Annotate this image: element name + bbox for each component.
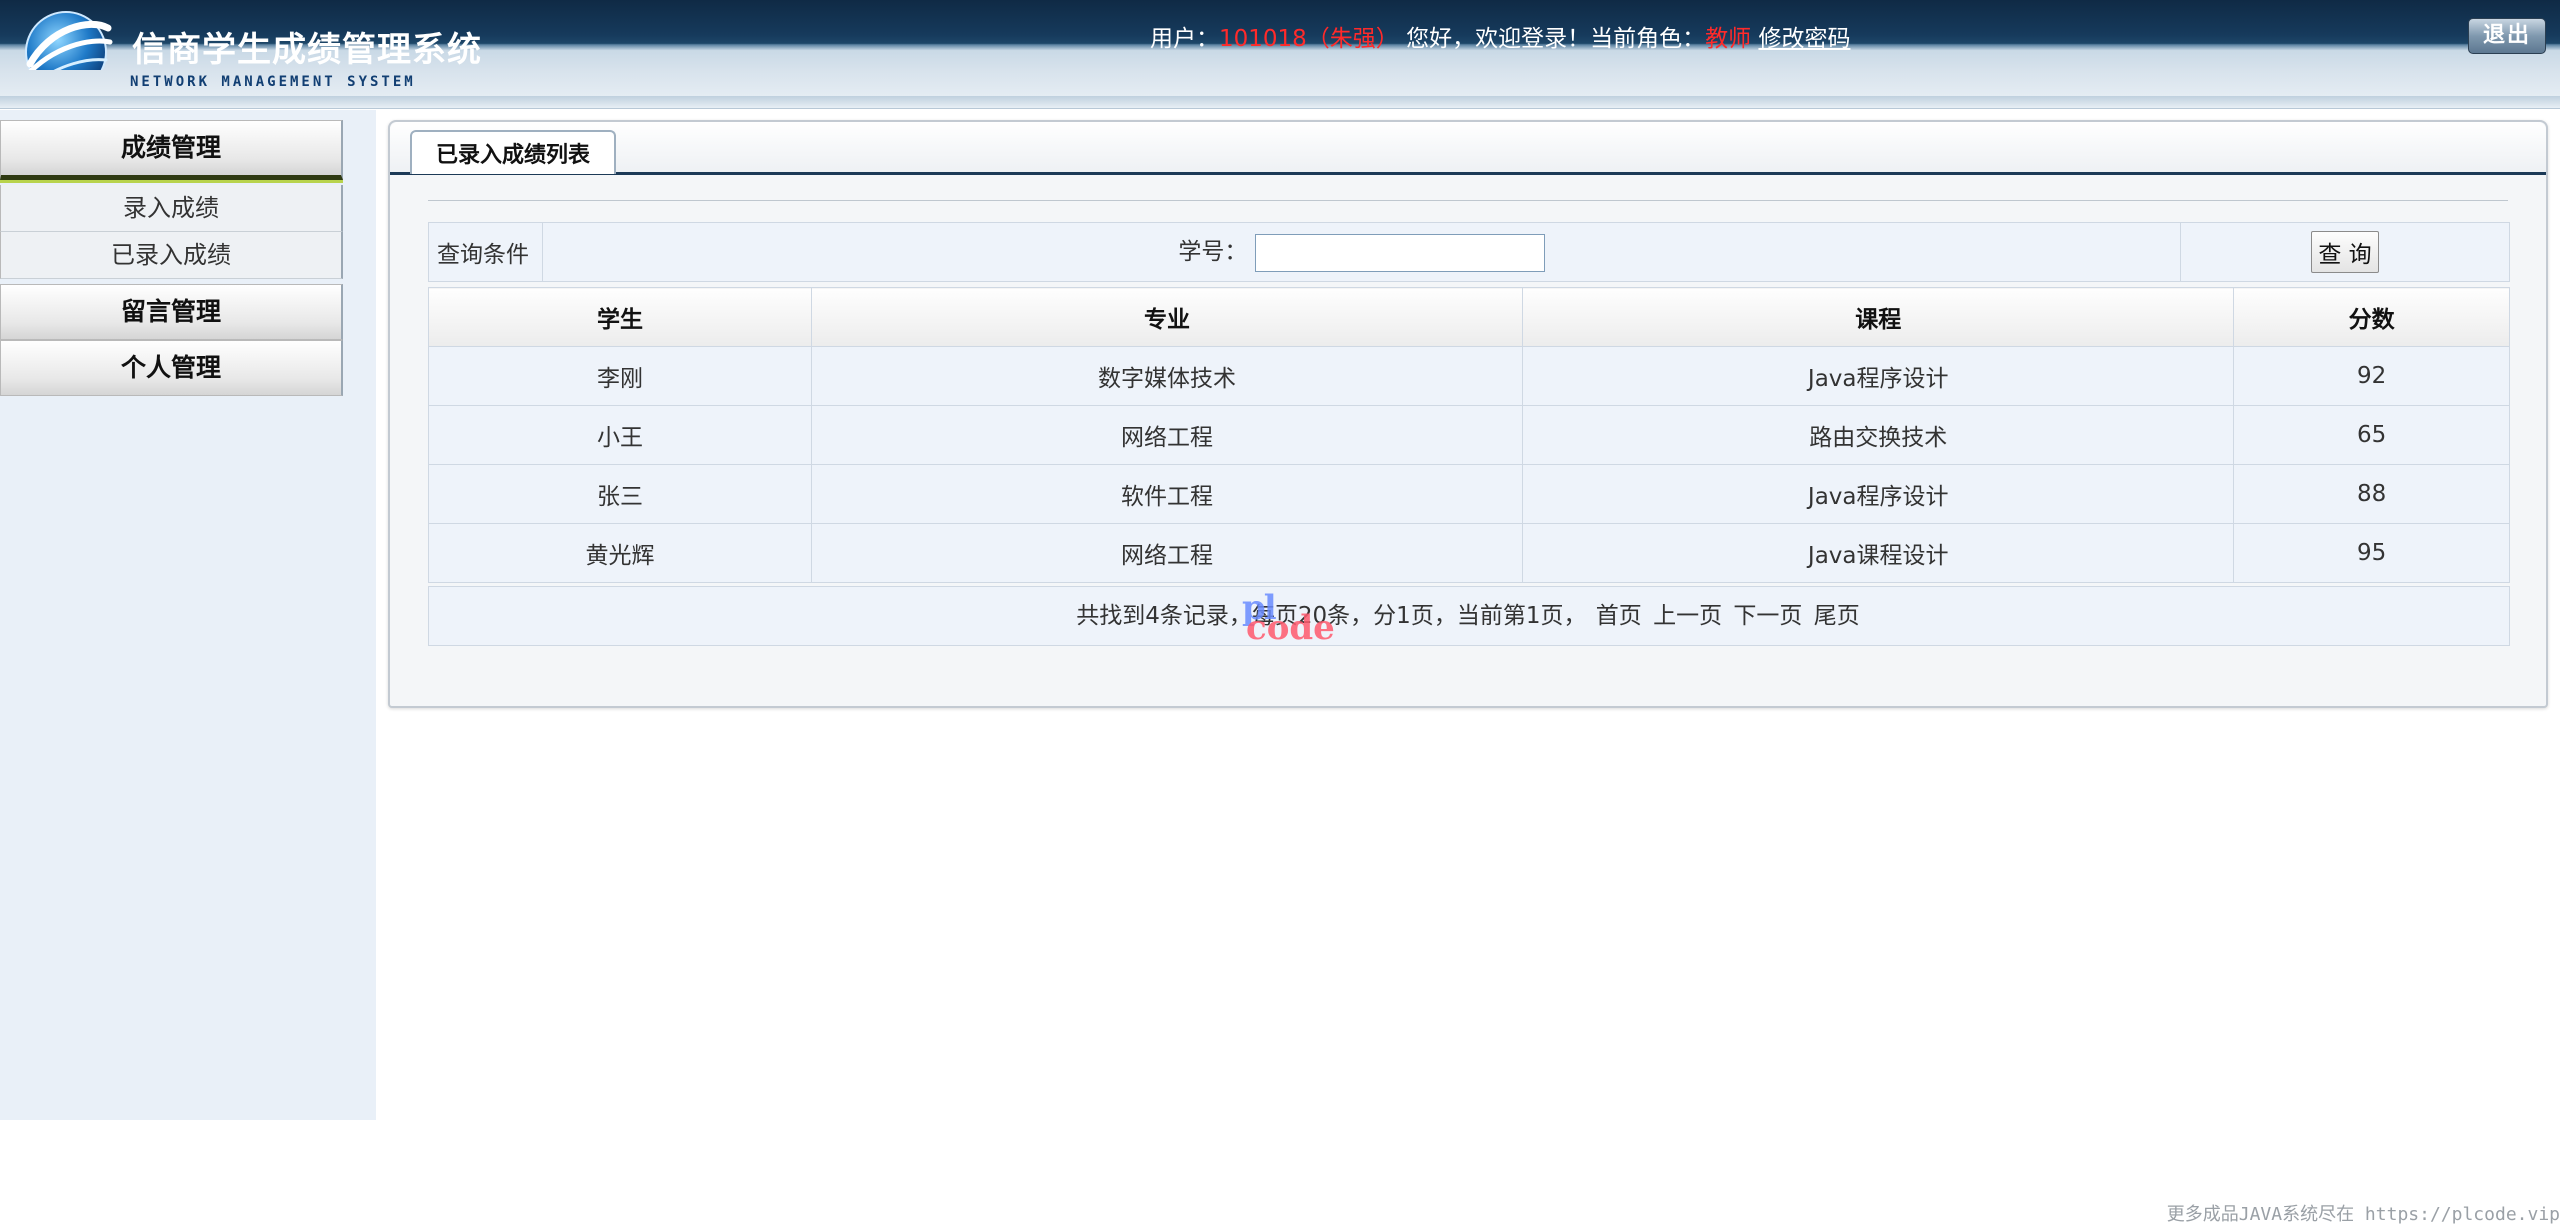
tab-entered-grades-list[interactable]: 已录入成绩列表 — [410, 130, 617, 174]
sidebar: 成绩管理 录入成绩 已录入成绩 留言管理 个人管理 — [0, 110, 376, 1120]
first-page-link[interactable]: 首页 — [1596, 603, 1642, 629]
sidebar-item-enter-grades[interactable]: 录入成绩 — [0, 185, 343, 232]
cell-student: 张三 — [428, 464, 812, 524]
user-info-bar: 用户：101018（朱强） 您好，欢迎登录！当前角色：教师 修改密码 — [1150, 19, 1850, 53]
pagination-summary: 共找到4条记录，每页20条，分1页，当前第1页， — [1076, 603, 1587, 629]
cell-score: 92 — [2233, 346, 2510, 406]
sidebar-item-entered-grades[interactable]: 已录入成绩 — [0, 232, 343, 279]
student-id-input[interactable] — [1254, 233, 1545, 272]
user-id-name: 101018（朱强） — [1219, 26, 1399, 52]
cell-course: Java程序设计 — [1522, 346, 2235, 406]
cell-major: 网络工程 — [810, 523, 1524, 583]
cell-student: 黄光辉 — [428, 523, 812, 583]
header-divider — [0, 96, 2560, 109]
panel-divider — [428, 200, 2508, 201]
table-row: 张三 软件工程 Java程序设计 88 — [428, 464, 2510, 524]
table-row: 小王 网络工程 路由交换技术 65 — [428, 405, 2510, 465]
column-header-course: 课程 — [1522, 287, 2235, 347]
column-header-major: 专业 — [810, 287, 1524, 347]
sidebar-section-personal-management[interactable]: 个人管理 — [0, 340, 343, 396]
panel-tabbar: 已录入成绩列表 — [390, 122, 2546, 175]
cell-course: Java程序设计 — [1522, 464, 2235, 524]
cell-course: Java课程设计 — [1522, 523, 2235, 583]
cell-major: 数字媒体技术 — [810, 346, 1524, 406]
cell-score: 95 — [2233, 523, 2510, 583]
query-button-cell: 查 询 — [2180, 222, 2510, 282]
sidebar-section-grade-management[interactable]: 成绩管理 — [0, 120, 343, 180]
column-header-student: 学生 — [428, 287, 812, 347]
footer-note: 更多成品JAVA系统尽在 https://plcode.vip — [2166, 1204, 2560, 1225]
student-id-label: 学号： — [1178, 239, 1248, 266]
pagination-bar: 共找到4条记录，每页20条，分1页，当前第1页， 首页 上一页 下一页 尾页 — [428, 586, 2510, 646]
next-page-link[interactable]: 下一页 — [1733, 603, 1802, 629]
last-page-link[interactable]: 尾页 — [1814, 603, 1860, 629]
prev-page-link[interactable]: 上一页 — [1653, 603, 1722, 629]
sidebar-section-message-management[interactable]: 留言管理 — [0, 284, 343, 340]
welcome-text: 您好，欢迎登录！当前角色： — [1406, 26, 1706, 52]
main-panel: 已录入成绩列表 查询条件 学号： 查 询 学生 专业 课程 分数 李刚 数字媒体… — [388, 120, 2548, 708]
cell-score: 88 — [2233, 464, 2510, 524]
query-field-cell: 学号： — [542, 222, 2181, 282]
role-value: 教师 — [1705, 26, 1752, 52]
cell-score: 65 — [2233, 405, 2510, 465]
app-subtitle: NETWORK MANAGEMENT SYSTEM — [130, 74, 416, 90]
app-title: 信商学生成绩管理系统 — [132, 30, 482, 70]
user-label: 用户： — [1150, 26, 1219, 52]
grades-table: 学生 专业 课程 分数 李刚 数字媒体技术 Java程序设计 92 小王 网络工… — [428, 287, 2510, 583]
table-row: 李刚 数字媒体技术 Java程序设计 92 — [428, 346, 2510, 406]
cell-major: 软件工程 — [810, 464, 1524, 524]
table-row: 黄光辉 网络工程 Java课程设计 95 — [428, 523, 2510, 583]
logout-button[interactable]: 退出 — [2468, 18, 2546, 54]
cell-major: 网络工程 — [810, 405, 1524, 465]
cell-course: 路由交换技术 — [1522, 405, 2235, 465]
query-form: 查询条件 学号： 查 询 — [428, 222, 2510, 282]
query-condition-label: 查询条件 — [428, 222, 543, 282]
top-header: 信商学生成绩管理系统 用户：101018（朱强） 您好，欢迎登录！当前角色：教师… — [0, 0, 2560, 93]
column-header-score: 分数 — [2233, 287, 2510, 347]
search-button[interactable]: 查 询 — [2311, 231, 2379, 273]
cell-student: 李刚 — [428, 346, 812, 406]
change-password-link[interactable]: 修改密码 — [1758, 26, 1850, 52]
cell-student: 小王 — [428, 405, 812, 465]
